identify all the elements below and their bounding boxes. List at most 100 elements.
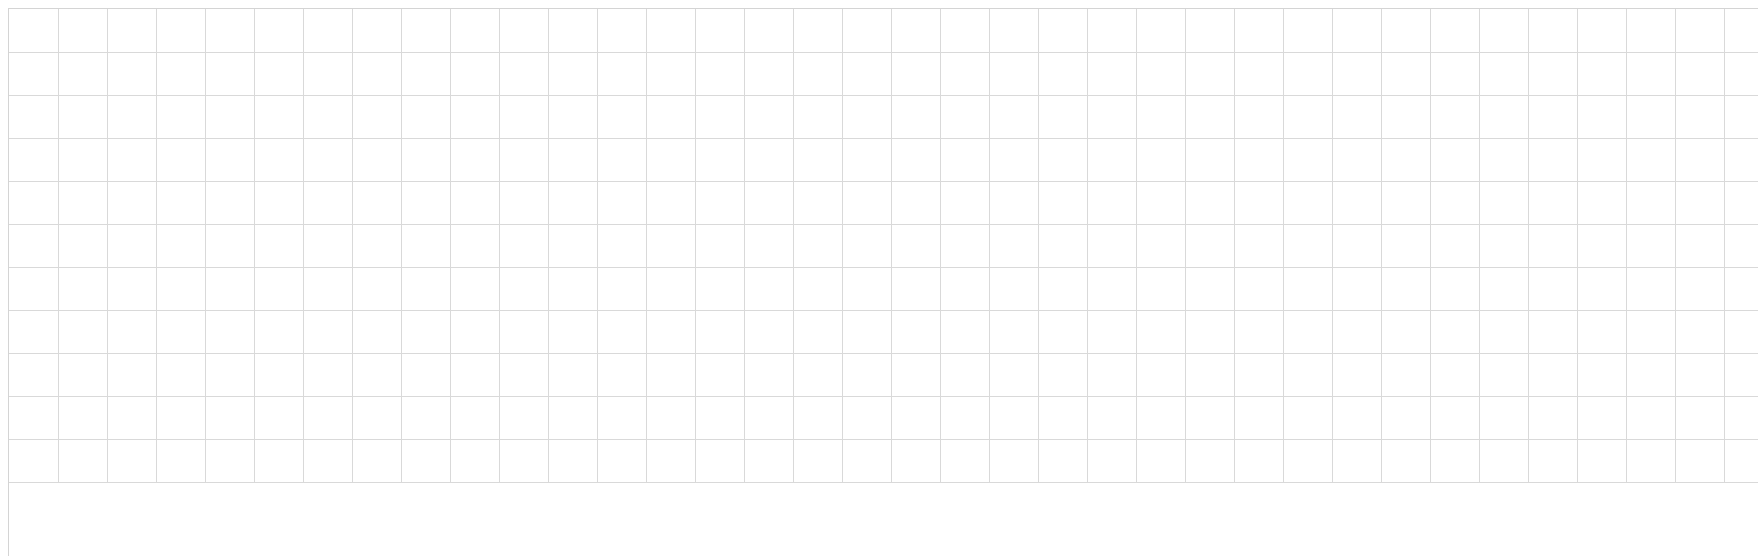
grid-cell[interactable] xyxy=(1381,439,1431,483)
grid-cell[interactable] xyxy=(9,310,59,354)
grid-cell[interactable] xyxy=(1430,138,1480,182)
grid-cell[interactable] xyxy=(205,439,255,483)
grid-cell[interactable] xyxy=(597,181,647,225)
grid-cell[interactable] xyxy=(1185,396,1235,440)
grid-cell[interactable] xyxy=(842,181,892,225)
grid-cell[interactable] xyxy=(9,138,59,182)
grid-cell[interactable] xyxy=(1185,138,1235,182)
grid-cell[interactable] xyxy=(891,267,941,311)
grid-cell[interactable] xyxy=(548,52,598,96)
grid-cell[interactable] xyxy=(254,9,304,53)
grid-cell[interactable] xyxy=(352,353,402,397)
grid-cell[interactable] xyxy=(499,439,549,483)
grid-cell[interactable] xyxy=(499,396,549,440)
grid-cell[interactable] xyxy=(891,310,941,354)
grid-cell[interactable] xyxy=(1626,267,1676,311)
grid-cell[interactable] xyxy=(401,353,451,397)
grid-cell[interactable] xyxy=(597,95,647,139)
grid-cell[interactable] xyxy=(1724,52,1758,96)
grid-cell[interactable] xyxy=(548,353,598,397)
grid-cell[interactable] xyxy=(744,396,794,440)
grid-cell[interactable] xyxy=(1283,353,1333,397)
grid-cell[interactable] xyxy=(1528,52,1578,96)
grid-cell[interactable] xyxy=(646,9,696,53)
grid-cell[interactable] xyxy=(891,95,941,139)
grid-cell[interactable] xyxy=(646,353,696,397)
grid-cell[interactable] xyxy=(1479,353,1529,397)
grid-cell[interactable] xyxy=(1479,310,1529,354)
grid-cell[interactable] xyxy=(107,439,157,483)
grid-cell[interactable] xyxy=(1528,138,1578,182)
grid-cell[interactable] xyxy=(254,310,304,354)
grid-cell[interactable] xyxy=(1038,439,1088,483)
grid-cell[interactable] xyxy=(1528,9,1578,53)
grid-cell[interactable] xyxy=(254,138,304,182)
grid-cell[interactable] xyxy=(744,95,794,139)
grid-cell[interactable] xyxy=(254,181,304,225)
grid-cell[interactable] xyxy=(1136,52,1186,96)
grid-cell[interactable] xyxy=(58,95,108,139)
grid-cell[interactable] xyxy=(1479,267,1529,311)
grid-cell[interactable] xyxy=(1038,181,1088,225)
grid-cell[interactable] xyxy=(499,353,549,397)
grid-cell[interactable] xyxy=(1626,353,1676,397)
grid-cell[interactable] xyxy=(891,181,941,225)
grid-cell[interactable] xyxy=(548,439,598,483)
grid-cell[interactable] xyxy=(1724,138,1758,182)
grid-cell[interactable] xyxy=(352,267,402,311)
grid-cell[interactable] xyxy=(107,224,157,268)
grid-cell[interactable] xyxy=(1577,138,1627,182)
grid-cell[interactable] xyxy=(646,224,696,268)
grid-cell[interactable] xyxy=(695,52,745,96)
grid-cell[interactable] xyxy=(401,439,451,483)
grid-cell[interactable] xyxy=(401,396,451,440)
grid-cell[interactable] xyxy=(1577,52,1627,96)
grid-cell[interactable] xyxy=(940,310,990,354)
grid-cell[interactable] xyxy=(744,353,794,397)
grid-cell[interactable] xyxy=(1038,310,1088,354)
grid-cell[interactable] xyxy=(1577,95,1627,139)
grid-cell[interactable] xyxy=(1430,353,1480,397)
grid-cell[interactable] xyxy=(1332,439,1382,483)
grid-cell[interactable] xyxy=(548,181,598,225)
grid-cell[interactable] xyxy=(1087,224,1137,268)
grid-cell[interactable] xyxy=(450,439,500,483)
grid-cell[interactable] xyxy=(9,52,59,96)
grid-cell[interactable] xyxy=(842,138,892,182)
grid-cell[interactable] xyxy=(254,439,304,483)
grid-cell[interactable] xyxy=(254,267,304,311)
grid-cell[interactable] xyxy=(842,353,892,397)
grid-cell[interactable] xyxy=(401,224,451,268)
grid-cell[interactable] xyxy=(891,9,941,53)
grid-cell[interactable] xyxy=(1430,439,1480,483)
grid-cell[interactable] xyxy=(940,138,990,182)
grid-cell[interactable] xyxy=(58,267,108,311)
grid-cell[interactable] xyxy=(1626,396,1676,440)
grid-cell[interactable] xyxy=(401,9,451,53)
grid-cell[interactable] xyxy=(646,52,696,96)
grid-cell[interactable] xyxy=(989,181,1039,225)
grid-cell[interactable] xyxy=(1528,95,1578,139)
grid-cell[interactable] xyxy=(1185,353,1235,397)
grid-cell[interactable] xyxy=(107,9,157,53)
grid-cell[interactable] xyxy=(1136,95,1186,139)
grid-cell[interactable] xyxy=(1675,224,1725,268)
grid-cell[interactable] xyxy=(205,224,255,268)
grid-cell[interactable] xyxy=(597,396,647,440)
grid-cell[interactable] xyxy=(1528,353,1578,397)
grid-cell[interactable] xyxy=(646,267,696,311)
grid-cell[interactable] xyxy=(1381,353,1431,397)
grid-cell[interactable] xyxy=(156,396,206,440)
grid-cell[interactable] xyxy=(646,95,696,139)
grid-cell[interactable] xyxy=(597,52,647,96)
grid-cell[interactable] xyxy=(401,52,451,96)
grid-cell[interactable] xyxy=(1136,267,1186,311)
grid-cell[interactable] xyxy=(1724,310,1758,354)
grid-cell[interactable] xyxy=(352,396,402,440)
grid-cell[interactable] xyxy=(891,138,941,182)
grid-cell[interactable] xyxy=(548,396,598,440)
grid-cell[interactable] xyxy=(695,224,745,268)
grid-cell[interactable] xyxy=(1087,95,1137,139)
grid-cell[interactable] xyxy=(499,52,549,96)
grid-cell[interactable] xyxy=(450,9,500,53)
